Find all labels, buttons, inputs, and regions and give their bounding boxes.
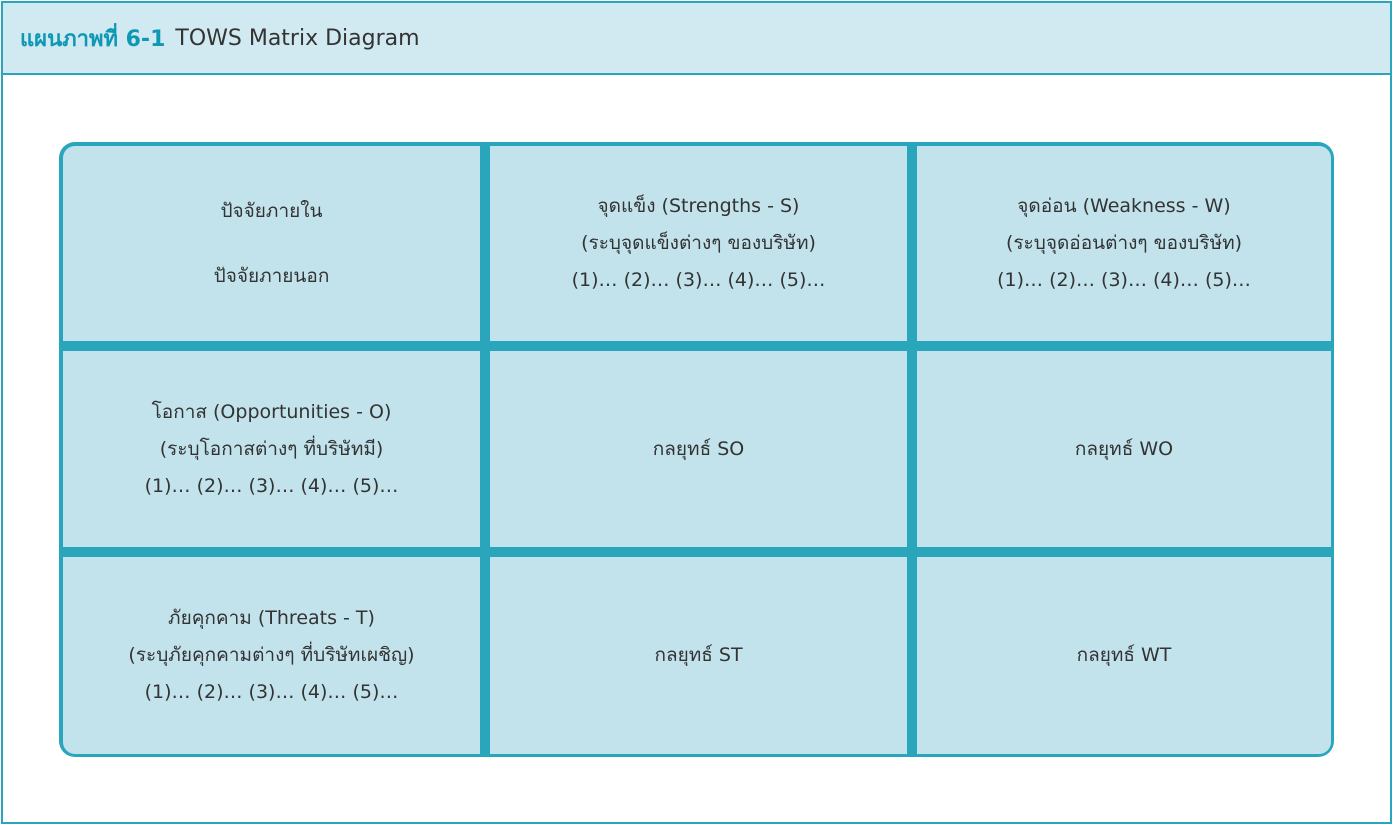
cell-strategy-wt: กลยุทธ์ WT	[917, 557, 1331, 754]
weakness-items: (1)… (2)… (3)… (4)… (5)…	[997, 269, 1251, 291]
strategy-st-label: กลยุทธ์ ST	[654, 644, 743, 666]
cell-opportunities: โอกาส (Opportunities - O) (ระบุโอกาสต่าง…	[63, 351, 480, 547]
figure-title: TOWS Matrix Diagram	[175, 25, 420, 51]
strategy-wo-label: กลยุทธ์ WO	[1074, 437, 1174, 460]
cell-factors-corner: ปัจจัยภายใน ปัจจัยภายนอก	[63, 146, 480, 341]
strengths-items: (1)… (2)… (3)… (4)… (5)…	[571, 269, 826, 291]
internal-factors-label: ปัจจัยภายใน	[220, 199, 323, 222]
cell-threats: ภัยคุกคาม (Threats - T) (ระบุภัยคุกคามต่…	[63, 557, 480, 754]
cell-weakness: จุดอ่อน (Weakness - W) (ระบุจุดอ่อนต่างๆ…	[917, 146, 1331, 341]
cell-strategy-so: กลยุทธ์ SO	[490, 351, 907, 547]
opportunities-desc: (ระบุโอกาสต่างๆ ที่บริษัทมี)	[159, 437, 384, 460]
opportunities-title: โอกาส (Opportunities - O)	[151, 400, 392, 423]
cell-strategy-st: กลยุทธ์ ST	[490, 557, 907, 754]
threats-desc: (ระบุภัยคุกคามต่างๆ ที่บริษัทเผชิญ)	[128, 644, 415, 666]
cell-strengths: จุดแข็ง (Strengths - S) (ระบุจุดแข็งต่าง…	[490, 146, 907, 341]
weakness-desc: (ระบุจุดอ่อนต่างๆ ของบริษัท)	[1005, 232, 1243, 254]
strengths-title: จุดแข็ง (Strengths - S)	[597, 195, 800, 217]
opportunities-items: (1)… (2)… (3)… (4)… (5)…	[144, 474, 399, 497]
figure-frame: แผนภาพที่ 6-1 TOWS Matrix Diagram ปัจจัย…	[1, 1, 1392, 824]
strategy-so-label: กลยุทธ์ SO	[652, 437, 745, 460]
figure-header: แผนภาพที่ 6-1 TOWS Matrix Diagram	[3, 3, 1390, 75]
tows-matrix: ปัจจัยภายใน ปัจจัยภายนอก จุดแข็ง (Streng…	[59, 142, 1334, 757]
strategy-wt-label: กลยุทธ์ WT	[1076, 644, 1172, 666]
cell-strategy-wo: กลยุทธ์ WO	[917, 351, 1331, 547]
figure-label: แผนภาพที่ 6-1	[20, 26, 166, 52]
threats-items: (1)… (2)… (3)… (4)… (5)…	[144, 681, 399, 703]
weakness-title: จุดอ่อน (Weakness - W)	[1017, 195, 1231, 217]
external-factors-label: ปัจจัยภายนอก	[213, 264, 330, 287]
strengths-desc: (ระบุจุดแข็งต่างๆ ของบริษัท)	[581, 232, 816, 254]
threats-title: ภัยคุกคาม (Threats - T)	[168, 607, 375, 629]
